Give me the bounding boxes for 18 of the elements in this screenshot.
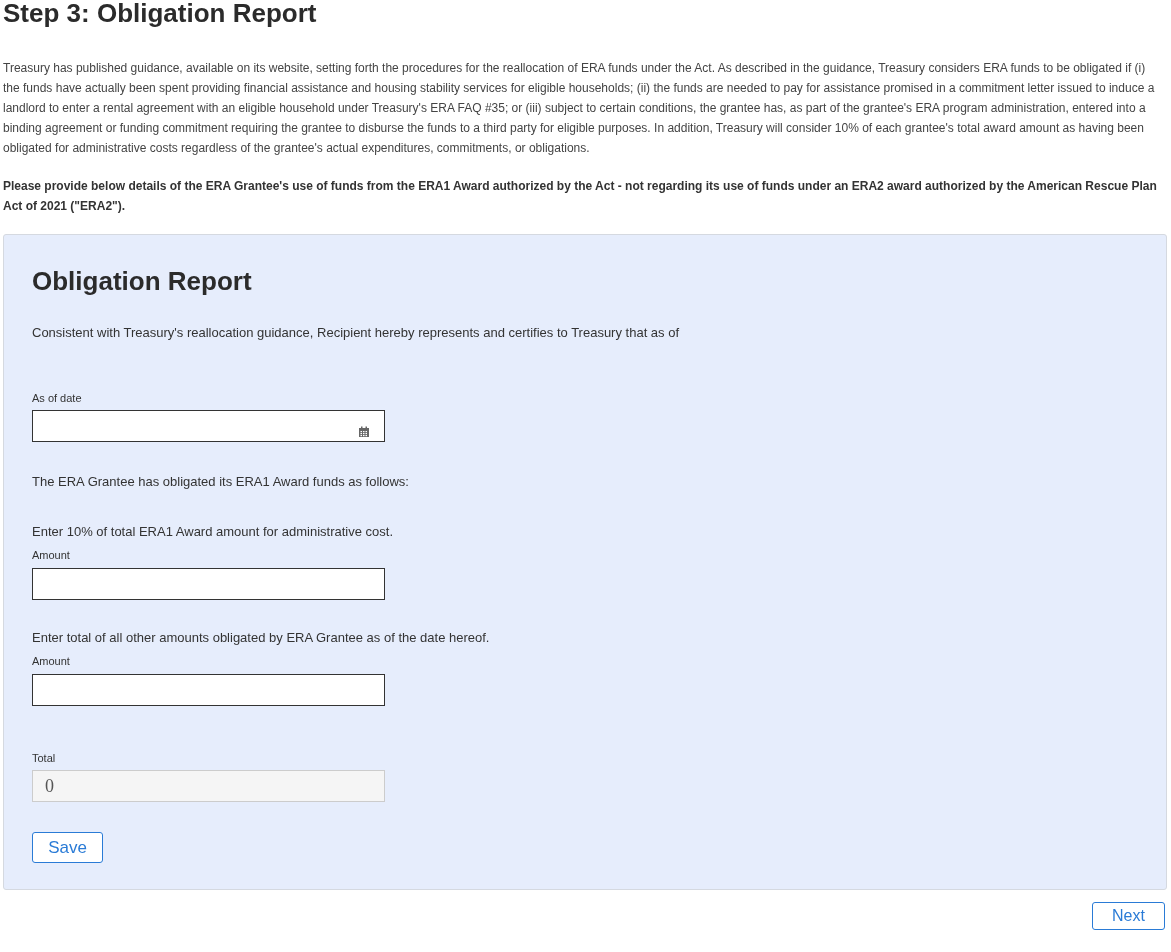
save-button[interactable]: Save	[32, 832, 103, 863]
next-button[interactable]: Next	[1092, 902, 1165, 930]
input-field[interactable]	[32, 673, 385, 706]
instruction-paragraph: Please provide below details of the ERA Grantee's use of funds from the ERA1 Award authorized by the Act - not regarding its use of funds under an ERA2 award authorized by the American Rescue Plan Act of 2021 ("ERA2").	[3, 178, 1158, 215]
field-label: As of date	[32, 390, 83, 406]
page-title: Step 3: Obligation Report	[3, 0, 318, 28]
input-field[interactable]	[32, 567, 385, 600]
field-label: Amount	[32, 548, 71, 563]
field-label: Total	[32, 750, 57, 766]
form-text: The ERA Grantee has obligated its ERA1 Award funds as follows:	[32, 473, 410, 491]
calendar-icon[interactable]	[358, 426, 370, 438]
card-title: Obligation Report	[32, 265, 253, 297]
form-text: Enter total of all other amounts obligated by ERA Grantee as of the date hereof.	[32, 628, 491, 647]
field-label: Amount	[32, 654, 71, 669]
date-field[interactable]	[32, 410, 385, 442]
form-text: Consistent with Treasury's reallocation guidance, Recipient hereby represents and certifies to Treasury that as of	[32, 324, 681, 342]
form-text: Enter 10% of total ERA1 Award amount for administrative cost.	[32, 522, 395, 541]
intro-paragraph: Treasury has published guidance, available on its website, setting forth the procedures for the reallocation of ERA funds under the Act. As described in the guidance, Treasury considers ERA funds to be obligated if (i) the funds have actually been spent providing financial assistance and housing stability services for eligible households; (ii) the funds are needed to pay for assistance promised in a commitment letter issued to induce a landlord to enter a rental agreement with an eligible household under Treasury's ERA FAQ #35; or (iii) subject to certain conditions, the grantee has, as part of the grantee's ERA program administration, entered into a binding agreement or funding commitment requiring the grantee to disburse the funds to a third party for eligible purposes. In addition, Treasury will consider 10% of each grantee's total award amount as having been obligated for administrative costs regardless of the grantee's actual expenditures, commitments, or obligations.	[3, 60, 1156, 157]
